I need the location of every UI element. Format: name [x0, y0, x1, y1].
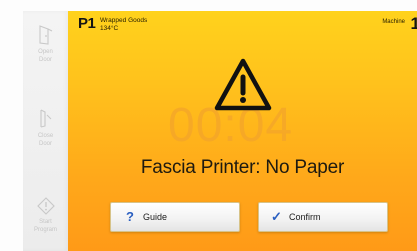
- sidebar-item-label: Start: [39, 219, 52, 225]
- warning-triangle-icon: [214, 58, 272, 117]
- sidebar-item-label: Open: [38, 49, 53, 55]
- machine-label: Machine: [382, 19, 405, 25]
- machine-number: 1: [410, 14, 417, 33]
- guide-button-label: Guide: [143, 212, 168, 222]
- machine-screen: Open Door Close Door Start Program P1 Wr…: [0, 0, 417, 251]
- sidebar-item-label: Close: [37, 133, 54, 139]
- open-door-icon: [38, 25, 52, 45]
- alert-panel: P1 Wrapped Goods 134°C Machine 1 00:04 F…: [68, 11, 417, 251]
- confirm-button[interactable]: ✓ Confirm: [258, 202, 388, 232]
- question-icon: ?: [126, 209, 134, 224]
- sidebar-item-close-door[interactable]: Close Door: [23, 109, 68, 148]
- close-door-icon: [39, 109, 51, 128]
- program-info: Wrapped Goods 134°C: [100, 17, 147, 32]
- sidebar-item-label: Door: [38, 57, 52, 63]
- sidebar-item-label: Door: [38, 141, 52, 147]
- program-temperature: 134°C: [100, 24, 119, 32]
- sidebar-item-start-program[interactable]: Start Program: [23, 197, 68, 234]
- checkmark-icon: ✓: [271, 209, 282, 224]
- sidebar: Open Door Close Door Start Program: [23, 11, 69, 251]
- sidebar-item-label: Program: [33, 227, 57, 233]
- program-name: Wrapped Goods: [100, 17, 148, 24]
- start-program-icon: [36, 197, 55, 215]
- confirm-button-label: Confirm: [289, 212, 321, 222]
- guide-button[interactable]: ? Guide: [110, 202, 240, 232]
- sidebar-item-open-door[interactable]: Open Door: [23, 25, 68, 64]
- alert-message: Fascia Printer: No Paper: [140, 157, 345, 178]
- program-number: P1: [78, 15, 96, 32]
